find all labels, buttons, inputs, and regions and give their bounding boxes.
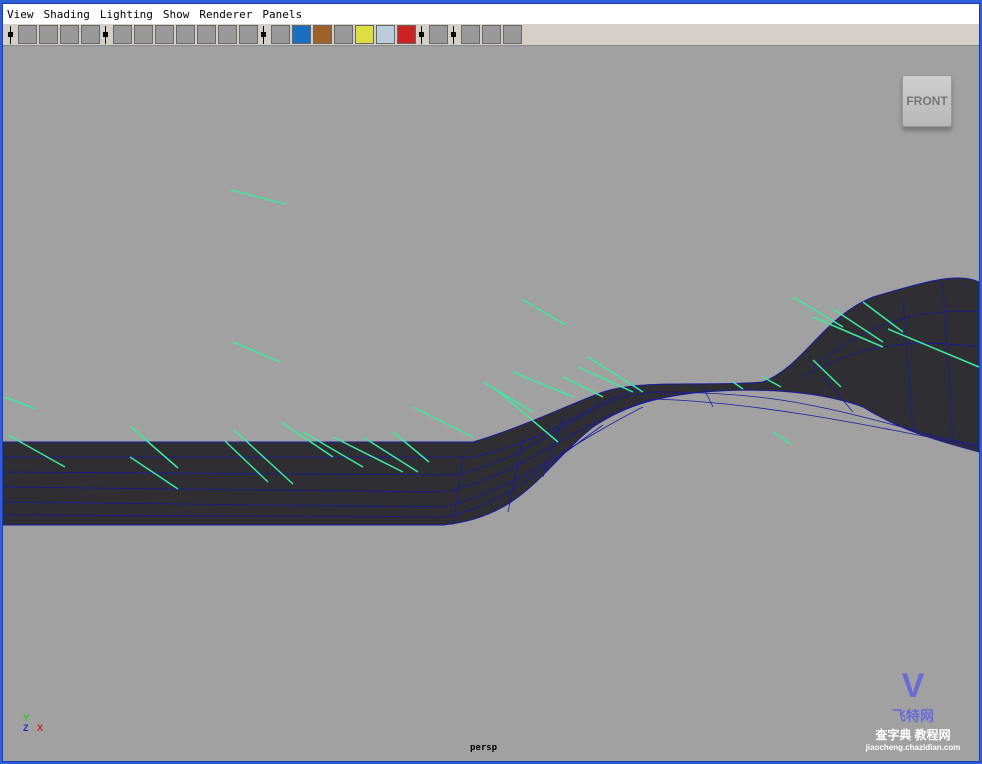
bookmark-icon[interactable]: [60, 25, 79, 44]
particle-streak: [412, 406, 474, 438]
film-gate-icon[interactable]: [134, 25, 153, 44]
wings-logo-icon: V: [901, 667, 925, 705]
particle-streak: [482, 381, 534, 413]
hud-icon[interactable]: [503, 25, 522, 44]
particle-streak: [232, 341, 281, 363]
perspective-viewport[interactable]: FRONT Y Z X persp V 飞特网 查字典 教程网 jiaochen…: [3, 47, 979, 761]
watermark-text: 飞特网: [892, 708, 934, 724]
menu-show[interactable]: Show: [163, 8, 190, 21]
toolbar-separator: [419, 25, 424, 44]
particle-streak: [772, 431, 792, 445]
scene: [3, 189, 979, 526]
toolbar-separator: [8, 25, 13, 44]
axis-indicator: Y Z X: [23, 713, 43, 733]
particle-streak: [522, 299, 567, 326]
panel-toolbar: [3, 24, 979, 46]
nurbs-surface: [3, 277, 979, 526]
select-icon[interactable]: [429, 25, 448, 44]
watermark-sub: 查字典 教程网: [875, 728, 951, 742]
bounding-box-icon[interactable]: [461, 25, 480, 44]
grid-icon[interactable]: [113, 25, 132, 44]
axis-z: Z: [23, 723, 29, 733]
flat-shade-icon[interactable]: [313, 25, 332, 44]
safe-title-icon[interactable]: [218, 25, 237, 44]
smooth-shade-icon[interactable]: [292, 25, 311, 44]
xray-icon[interactable]: [376, 25, 395, 44]
camera-label: persp: [470, 743, 498, 753]
menu-view[interactable]: View: [7, 8, 34, 21]
particle-streak: [562, 376, 604, 398]
axis-x: X: [37, 723, 44, 733]
frame-icon[interactable]: [482, 25, 501, 44]
safe-action-icon[interactable]: [197, 25, 216, 44]
axis-y: Y: [23, 713, 30, 723]
image-plane-icon[interactable]: [81, 25, 100, 44]
view-cube[interactable]: FRONT: [902, 75, 952, 127]
menu-renderer[interactable]: Renderer: [199, 8, 252, 21]
watermark-url: jiaocheng.chazidian.com: [865, 743, 961, 752]
resolution-gate-icon[interactable]: [155, 25, 174, 44]
particle-streak: [792, 296, 844, 328]
maya-window: View Shading Lighting Show Renderer Pane…: [2, 3, 980, 762]
menu-lighting[interactable]: Lighting: [100, 8, 153, 21]
watermark: V 飞特网 查字典 教程网 jiaocheng.chazidian.com: [848, 667, 978, 761]
particle-streak: [230, 189, 286, 205]
menu-bar: View Shading Lighting Show Renderer Pane…: [3, 4, 979, 24]
particle-streak: [512, 371, 574, 398]
menu-shading[interactable]: Shading: [44, 8, 90, 21]
field-chart-icon[interactable]: [176, 25, 195, 44]
isolate-icon[interactable]: [397, 25, 416, 44]
texture-icon[interactable]: [239, 25, 258, 44]
particle-streak: [4, 396, 36, 410]
menu-panels[interactable]: Panels: [262, 8, 302, 21]
camera-attributes-icon[interactable]: [39, 25, 58, 44]
light-icon[interactable]: [355, 25, 374, 44]
camera-icon[interactable]: [18, 25, 37, 44]
shadow-icon[interactable]: [334, 25, 353, 44]
view-cube-label: FRONT: [906, 94, 948, 108]
toolbar-separator: [451, 25, 456, 44]
wireframe-icon[interactable]: [271, 25, 290, 44]
toolbar-separator: [261, 25, 266, 44]
toolbar-separator: [103, 25, 108, 44]
